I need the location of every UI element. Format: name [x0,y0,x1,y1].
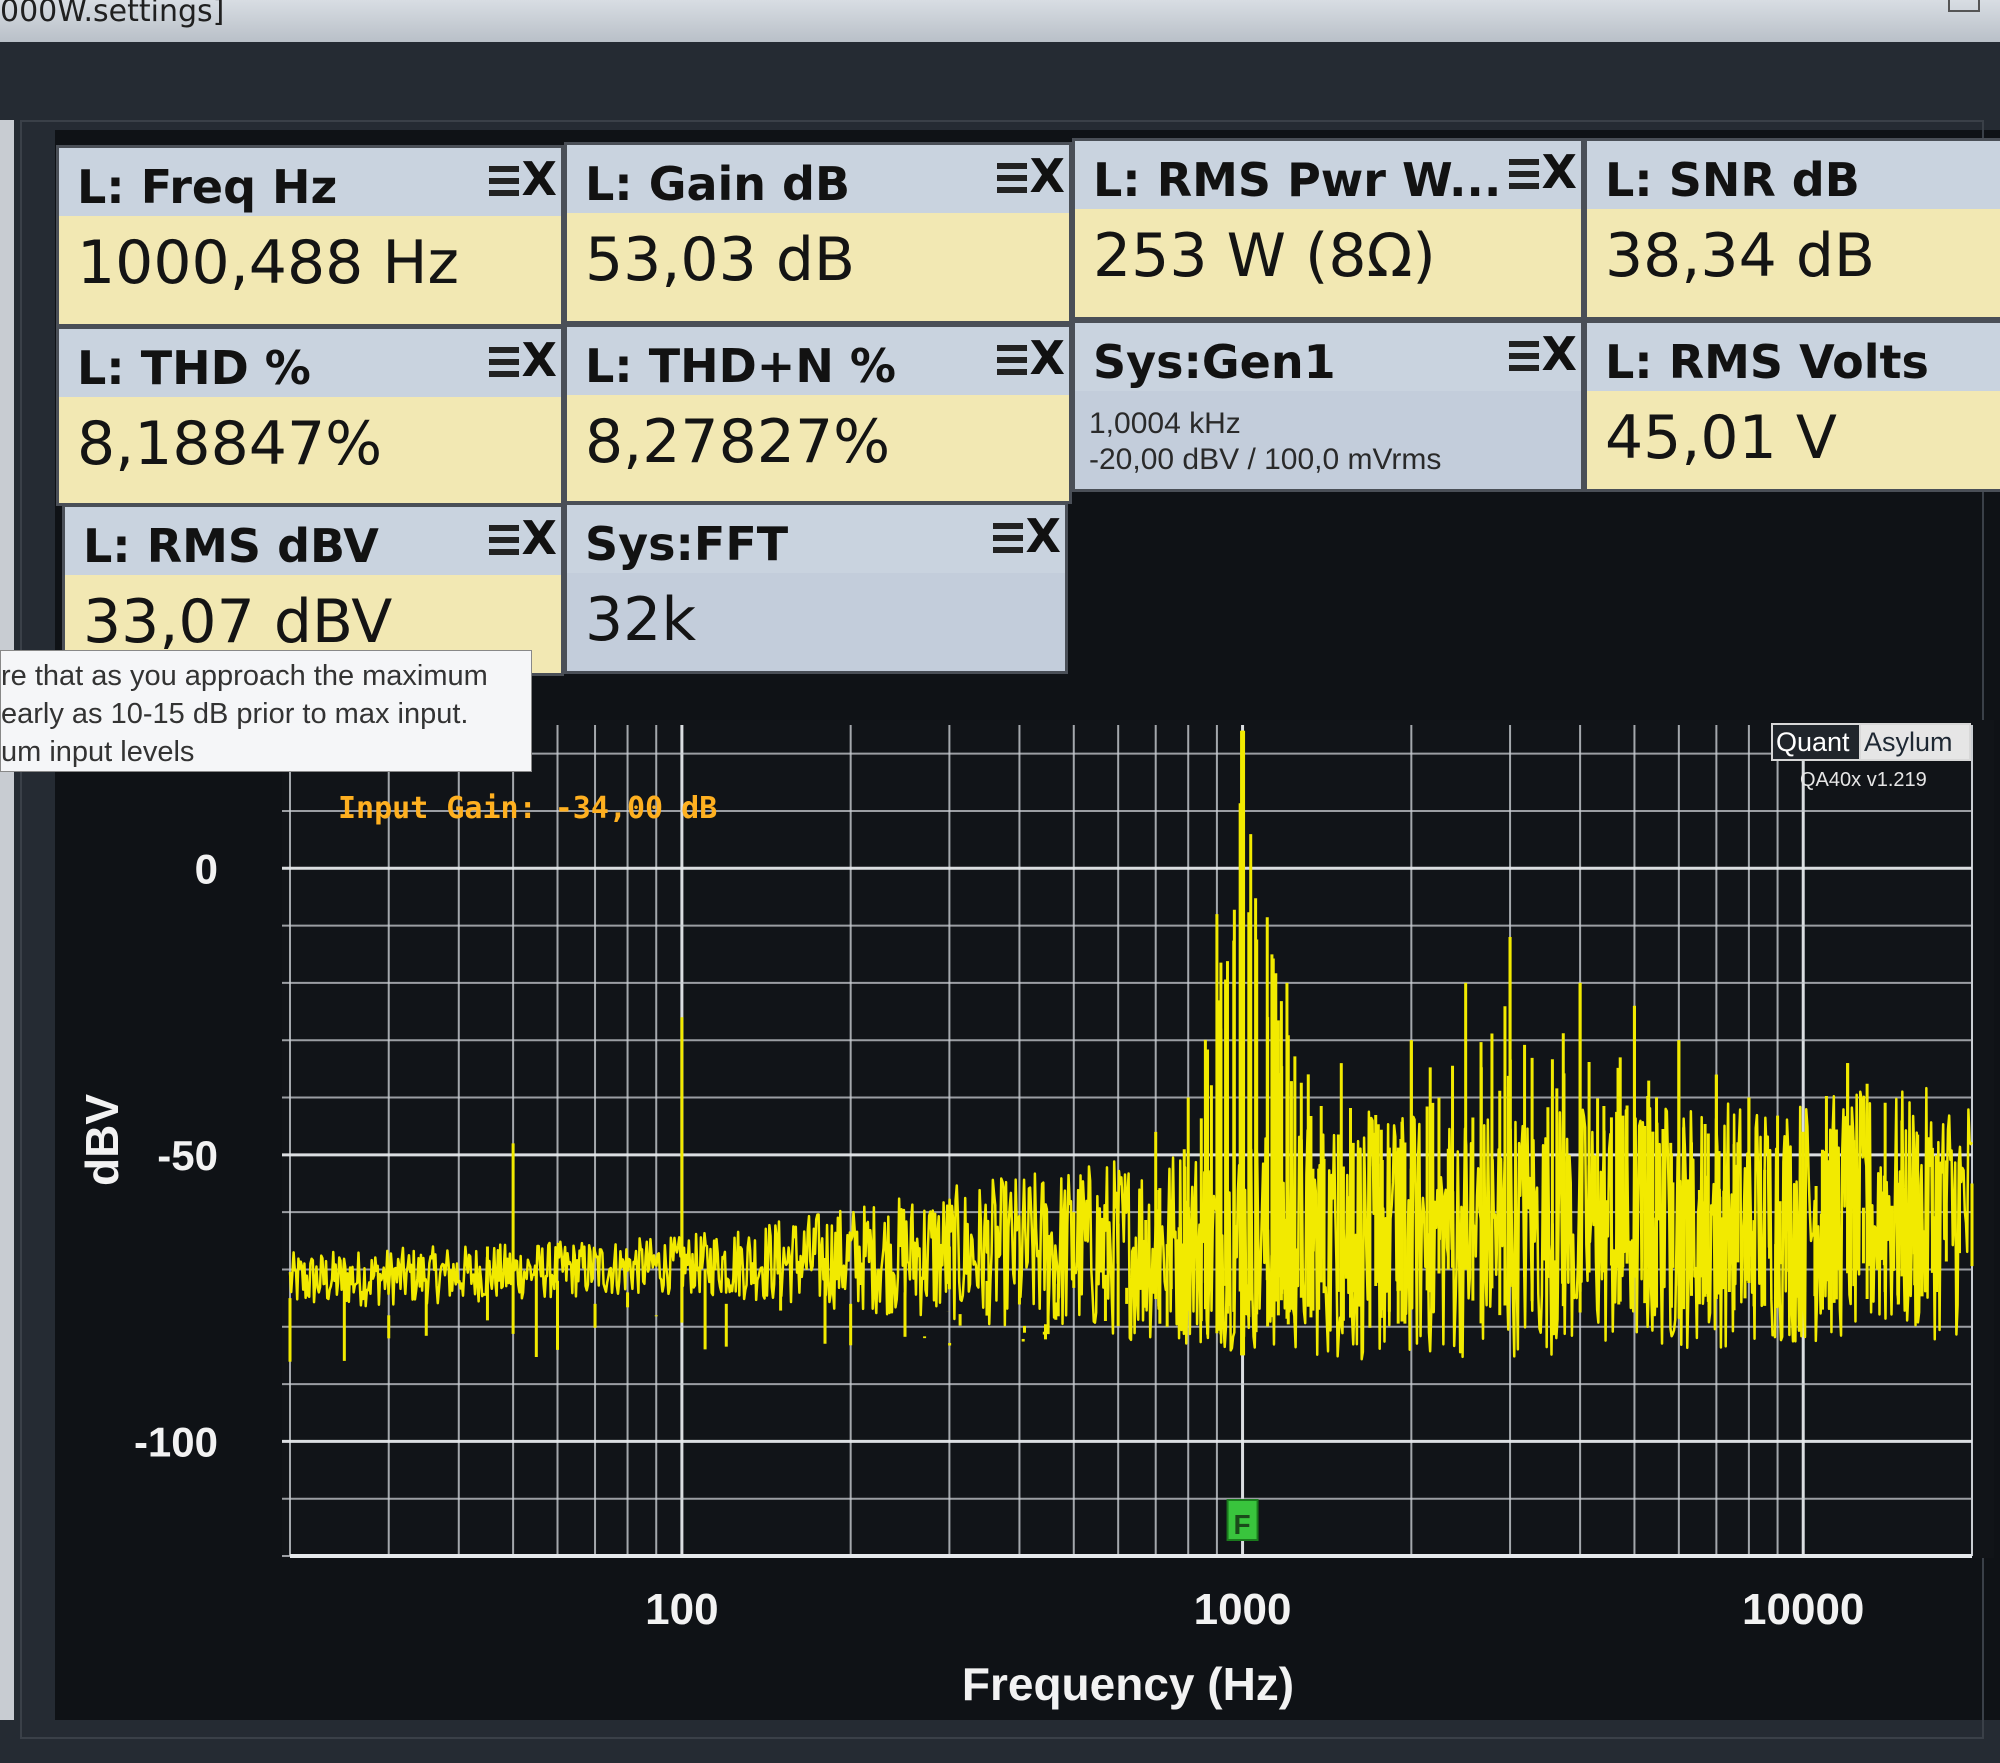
tooltip: re that as you approach the maximum earl… [0,650,532,772]
y-axis-label: dBV [76,1094,128,1186]
x-tick-label: 10000 [1742,1585,1864,1634]
brand-left: Quant [1776,727,1850,757]
x-tick-label: 100 [645,1585,718,1634]
fft-chart[interactable]: 100 1000 10000 0 -50 -100 Input Gain: -34,00 … [0,0,2000,1763]
x-axis-label: Frequency (Hz) [962,1658,1294,1710]
x-tick-label: 1000 [1194,1585,1292,1634]
brand-right: Asylum [1864,727,1953,757]
tooltip-line: re that as you approach the maximum [1,660,488,692]
y-tick-label: -100 [134,1418,218,1465]
tooltip-line: early as 10-15 dB prior to max input. [1,698,469,730]
marker-f[interactable]: F [1226,1499,1259,1541]
tooltip-line: um input levels [1,736,195,768]
marker-label: F [1234,1509,1251,1540]
version-label: QA40x v1.219 [1800,769,1927,791]
y-tick-label: -50 [157,1132,218,1179]
plot-background [282,720,1994,1558]
input-gain-annotation: Input Gain: -34,00 dB [338,791,717,826]
y-tick-label: 0 [195,845,218,892]
